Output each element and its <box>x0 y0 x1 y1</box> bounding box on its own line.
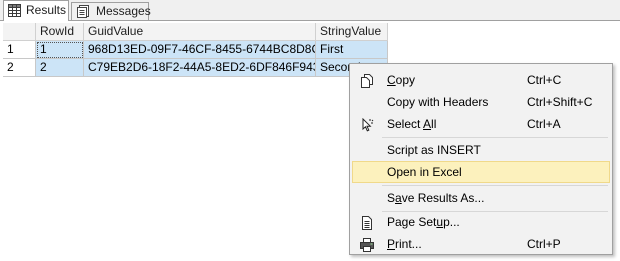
menu-item-copy[interactable]: Copy Ctrl+C <box>352 69 610 91</box>
menu-item-label: Save Results As... <box>387 191 485 205</box>
menu-item-select-all[interactable]: Select All Ctrl+A <box>352 113 610 135</box>
table-cell-guidvalue[interactable]: C79EB2D6-18F2-44A5-8ED2-6DF846F9438B <box>84 59 316 77</box>
table-cell-stringvalue[interactable]: First <box>316 41 388 59</box>
table-cell-guidvalue[interactable]: 968D13ED-09F7-46CF-8455-6744BC8D8CDB <box>84 41 316 59</box>
menu-item-save-results-as[interactable]: Save Results As... <box>352 187 610 209</box>
row-number-cell[interactable]: 1 <box>3 41 36 59</box>
copy-icon <box>360 73 374 88</box>
grid-icon <box>8 4 21 17</box>
tab-results[interactable]: Results <box>3 0 69 21</box>
table-cell-rowid[interactable]: 1 <box>36 41 84 59</box>
tabstrip-baseline <box>0 20 620 21</box>
tab-results-label: Results <box>26 3 67 17</box>
tab-messages[interactable]: Messages <box>71 2 151 20</box>
table-row: 2 2 C79EB2D6-18F2-44A5-8ED2-6DF846F9438B… <box>3 59 388 77</box>
menu-item-label: Page Setup... <box>387 215 460 229</box>
menu-separator <box>382 185 608 186</box>
select-all-icon <box>360 117 374 132</box>
messages-icon <box>77 5 90 18</box>
grid-context-menu: Copy Ctrl+C Copy with Headers Ctrl+Shift… <box>349 63 613 255</box>
grid-header-row: RowId GuidValue StringValue <box>3 23 388 41</box>
column-header-stringvalue[interactable]: StringValue <box>316 23 388 41</box>
tab-messages-label: Messages <box>96 4 151 18</box>
menu-item-label: Select All <box>387 117 437 131</box>
printer-icon <box>360 237 374 252</box>
menu-item-shortcut: Ctrl+A <box>527 117 561 131</box>
menu-item-shortcut: Ctrl+Shift+C <box>527 95 593 109</box>
page-setup-icon <box>360 215 374 230</box>
table-cell-rowid[interactable]: 2 <box>36 59 84 77</box>
menu-item-copy-with-headers[interactable]: Copy with Headers Ctrl+Shift+C <box>352 91 610 113</box>
menu-item-label: Open in Excel <box>387 165 462 179</box>
menu-item-open-in-excel[interactable]: Open in Excel <box>352 161 610 183</box>
menu-item-shortcut: Ctrl+P <box>527 237 561 251</box>
menu-item-label: Copy <box>387 73 416 87</box>
menu-item-shortcut: Ctrl+C <box>527 73 562 87</box>
menu-item-label: Print... <box>387 237 422 251</box>
grid-corner-cell[interactable] <box>3 23 36 41</box>
menu-item-page-setup[interactable]: Page Setup... <box>352 211 610 233</box>
table-row: 1 1 968D13ED-09F7-46CF-8455-6744BC8D8CDB… <box>3 41 388 59</box>
results-tabstrip: Messages Results <box>0 0 620 21</box>
column-header-guidvalue[interactable]: GuidValue <box>84 23 316 41</box>
row-number-cell[interactable]: 2 <box>3 59 36 77</box>
menu-separator <box>382 137 608 138</box>
menu-item-script-as-insert[interactable]: Script as INSERT <box>352 139 610 161</box>
column-header-rowid[interactable]: RowId <box>36 23 84 41</box>
menu-item-label: Script as INSERT <box>387 143 481 157</box>
menu-item-print[interactable]: Print... Ctrl+P <box>352 233 610 255</box>
menu-item-label: Copy with Headers <box>387 95 489 109</box>
